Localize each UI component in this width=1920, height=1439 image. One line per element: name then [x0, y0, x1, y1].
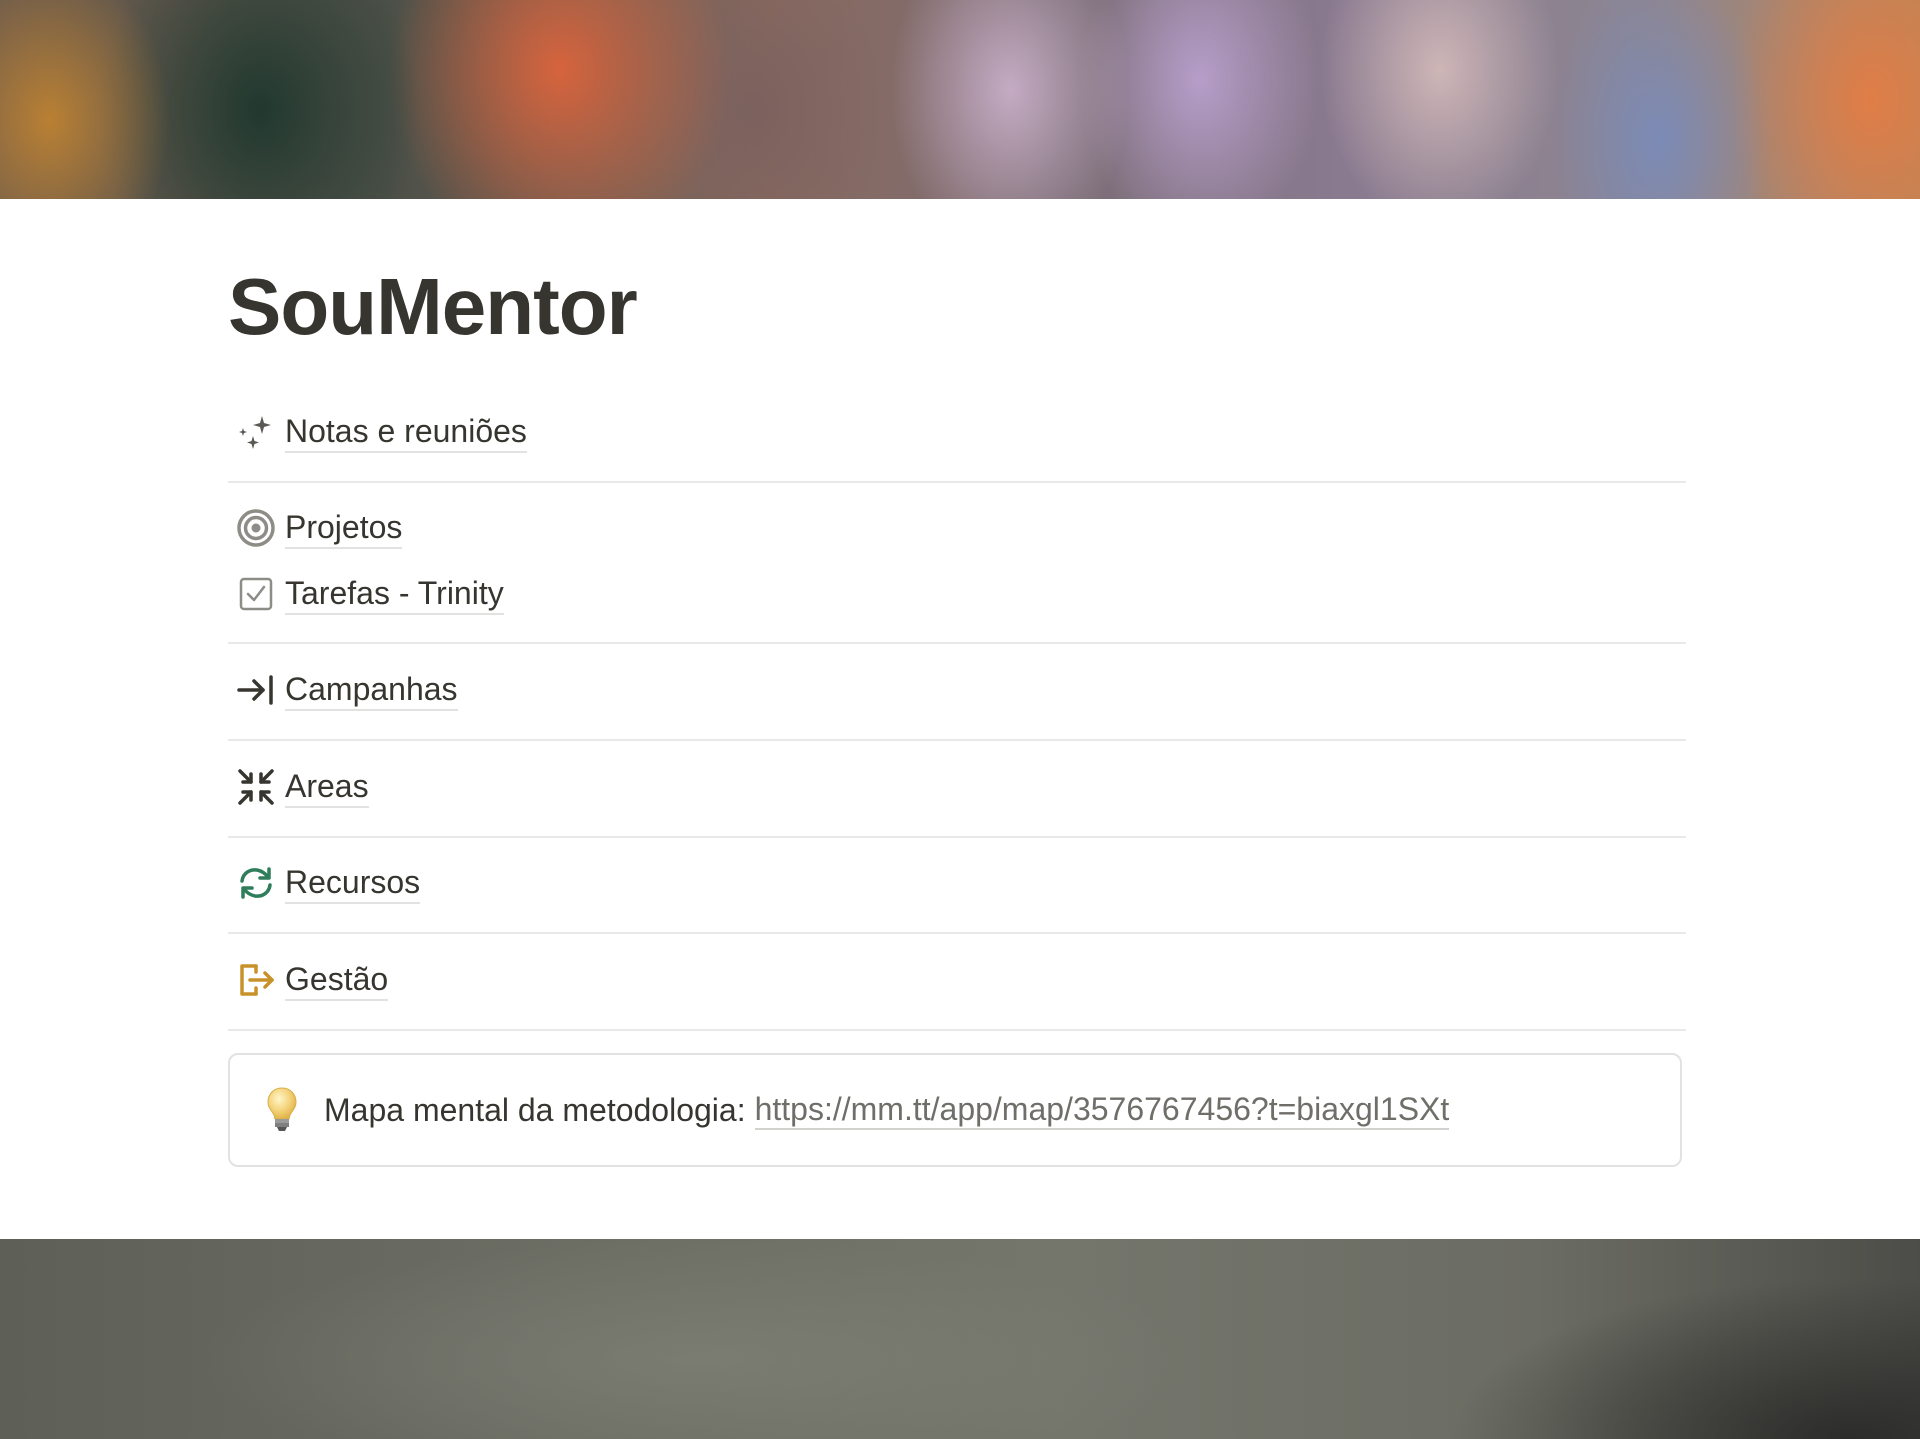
page-title[interactable]: SouMentor: [228, 267, 638, 347]
checkbox-icon: [234, 572, 278, 616]
page-link-areas[interactable]: Areas: [228, 762, 369, 812]
sparkles-icon: [234, 410, 278, 454]
page-link-label[interactable]: Notas e reuniões: [285, 411, 527, 453]
page-link-label[interactable]: Areas: [285, 766, 369, 808]
divider: [228, 481, 1686, 483]
page-link-label[interactable]: Recursos: [285, 862, 421, 904]
page-link-label[interactable]: Gestão: [285, 959, 389, 1001]
page-link-gestao[interactable]: Gestão: [228, 955, 389, 1005]
page-link-campanhas[interactable]: Campanhas: [228, 665, 458, 715]
page-link-label[interactable]: Campanhas: [285, 669, 458, 711]
exit-icon: [234, 958, 278, 1002]
divider: [228, 1029, 1686, 1031]
divider: [228, 932, 1686, 934]
page-link-notas[interactable]: Notas e reuniões: [228, 407, 527, 457]
divider: [228, 642, 1686, 644]
arrows-inward-icon: [234, 765, 278, 809]
page-link-label[interactable]: Tarefas - Trinity: [285, 573, 504, 615]
page-link-label[interactable]: Projetos: [285, 507, 403, 549]
callout-text: Mapa mental da metodologia:: [324, 1091, 746, 1128]
page-cover-image: [0, 0, 1920, 199]
page-link-projetos[interactable]: Projetos: [228, 503, 403, 553]
divider: [228, 836, 1686, 838]
page-link-recursos[interactable]: Recursos: [228, 858, 421, 908]
callout-link[interactable]: https://mm.tt/app/map/3576767456?t=biaxg…: [754, 1091, 1450, 1130]
page-link-tarefas[interactable]: Tarefas - Trinity: [228, 569, 504, 619]
callout-block: Mapa mental da metodologia: https://mm.t…: [228, 1053, 1682, 1167]
target-icon: [234, 506, 278, 550]
arrow-to-line-icon: [234, 668, 278, 712]
lightbulb-icon: [262, 1085, 302, 1135]
refresh-icon: [234, 861, 278, 905]
divider: [228, 739, 1686, 741]
bottom-background: [0, 1239, 1920, 1439]
